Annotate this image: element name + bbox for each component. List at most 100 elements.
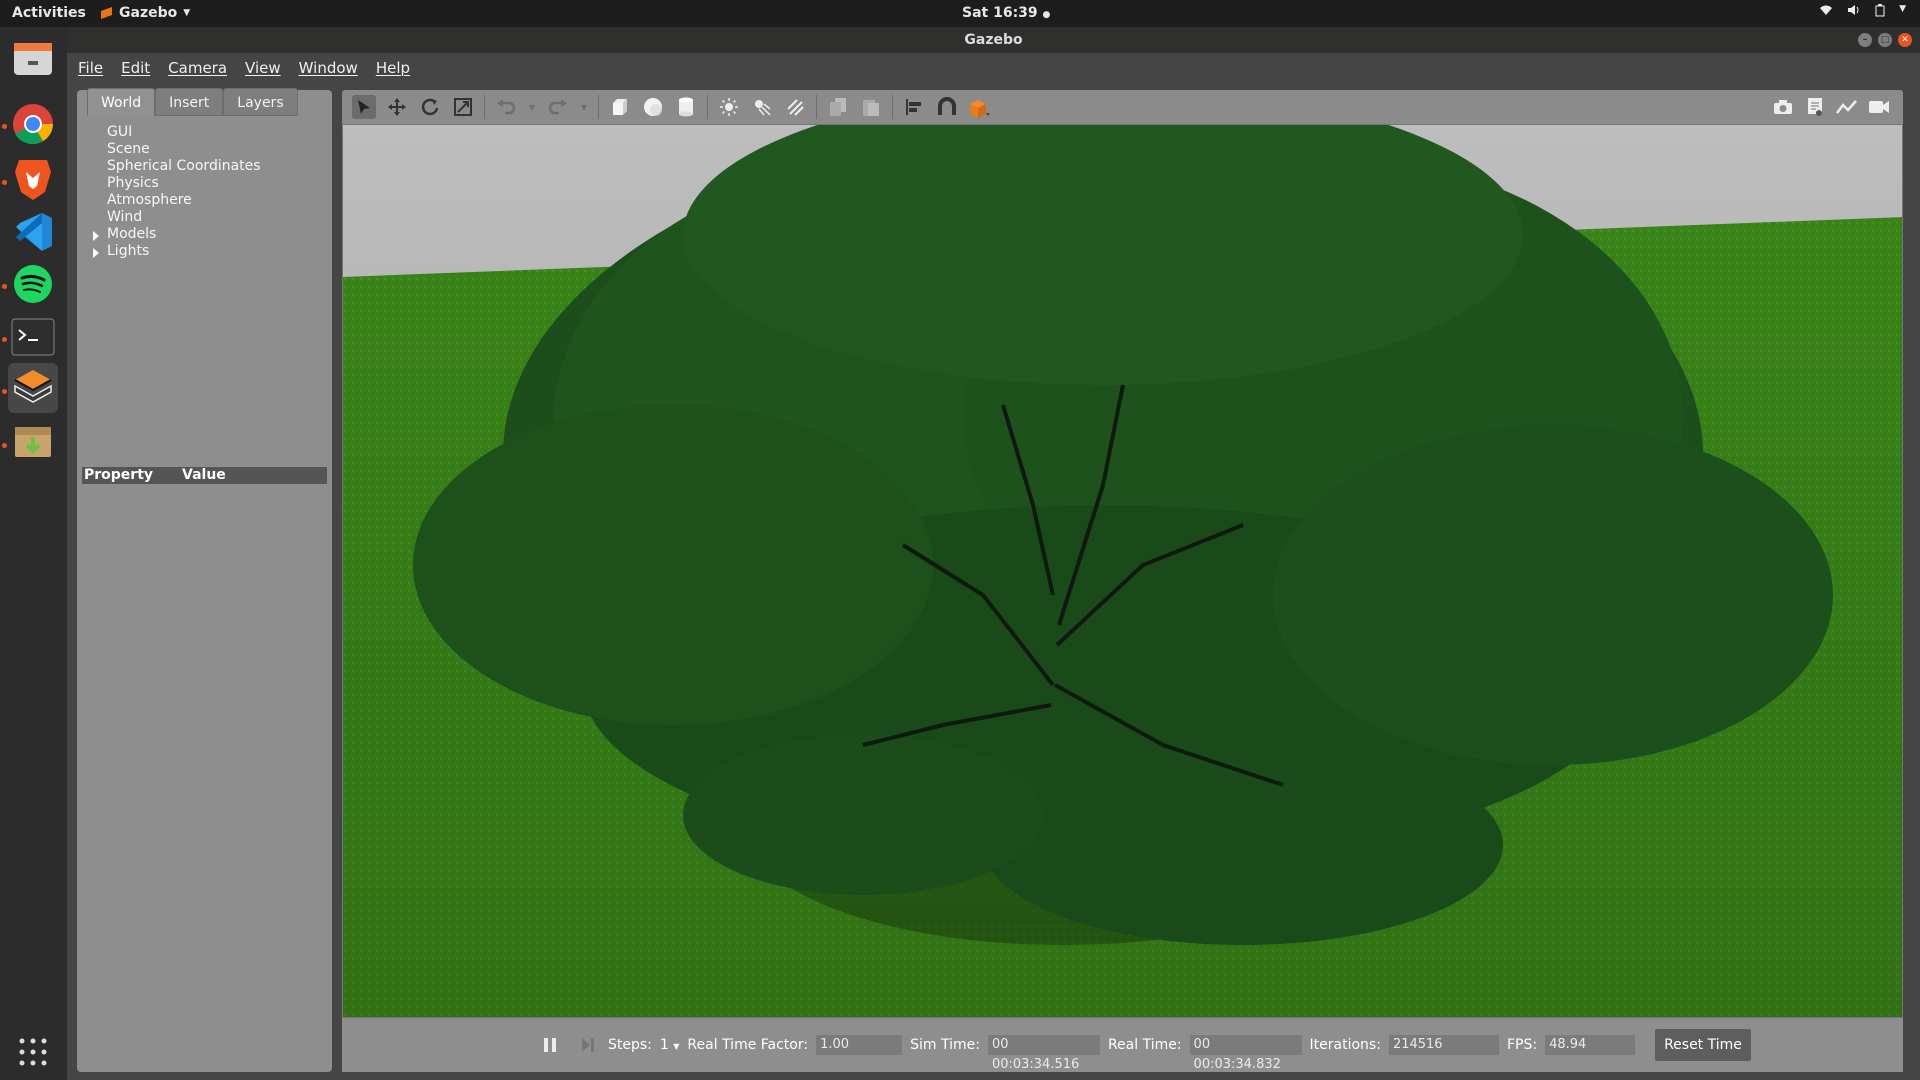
scene-viewport[interactable]: [342, 124, 1903, 1018]
tree-item-models[interactable]: Models: [93, 226, 261, 243]
scene-render: [343, 125, 1902, 1017]
tree-item-wind[interactable]: Wind: [93, 209, 261, 226]
menu-bar: File Edit Camera View Window Help: [67, 53, 1920, 83]
value-column-header[interactable]: Value: [182, 467, 226, 484]
iterations-field: 214516: [1388, 1035, 1499, 1055]
steps-spinbox[interactable]: 1 ▼: [660, 1037, 680, 1053]
tree-item-label: Wind: [107, 209, 143, 225]
system-tray[interactable]: ▼: [1819, 4, 1906, 21]
clock[interactable]: Sat 16:39 ●: [962, 5, 1050, 21]
tree-item-spherical-coordinates[interactable]: Spherical Coordinates: [93, 158, 261, 175]
chrome-icon[interactable]: [8, 99, 58, 149]
scale-mode-icon[interactable]: [451, 95, 475, 119]
brave-icon[interactable]: [8, 154, 58, 204]
expand-arrow-icon[interactable]: [93, 231, 99, 241]
spot-light-icon[interactable]: [750, 95, 774, 119]
pause-icon[interactable]: [538, 1033, 562, 1057]
tab-layers[interactable]: Layers: [223, 88, 298, 116]
menu-camera[interactable]: Camera: [168, 59, 227, 77]
translate-mode-icon[interactable]: [385, 95, 409, 119]
step-icon[interactable]: [576, 1033, 600, 1057]
left-panel: World Insert Layers GUI Scene Spherical …: [77, 88, 332, 1072]
notification-dot-icon: ●: [1042, 10, 1051, 20]
copy-icon[interactable]: [826, 95, 850, 119]
app-menu[interactable]: Gazebo ▼: [100, 5, 190, 21]
toolbar-separator: [484, 95, 485, 119]
maximize-icon[interactable]: □: [1878, 33, 1892, 47]
tree-item-label: Scene: [107, 141, 150, 157]
chevron-down-icon: ▼: [183, 8, 191, 18]
redo-icon[interactable]: [546, 95, 570, 119]
running-indicator: [2, 389, 7, 394]
running-indicator: [2, 443, 7, 448]
gazebo-icon[interactable]: [8, 363, 58, 413]
point-light-icon[interactable]: [717, 95, 741, 119]
undo-history-chevron-icon[interactable]: ▼: [527, 95, 537, 119]
spotify-icon[interactable]: [8, 259, 58, 309]
tree-item-atmosphere[interactable]: Atmosphere: [93, 192, 261, 209]
vscode-icon[interactable]: [8, 207, 58, 257]
simulation-status-bar: Steps: 1 ▼ Real Time Factor: 1.00 Sim Ti…: [342, 1018, 1903, 1072]
log-data-icon[interactable]: [1803, 95, 1827, 119]
window-titlebar[interactable]: Gazebo – □ ✕: [67, 27, 1920, 53]
toolbar-separator: [707, 95, 708, 119]
expand-arrow-icon[interactable]: [93, 248, 99, 258]
tree-item-gui[interactable]: GUI: [93, 124, 261, 141]
gazebo-window: Gazebo – □ ✕ File Edit Camera View Windo…: [67, 27, 1920, 1080]
menu-edit[interactable]: Edit: [121, 59, 150, 77]
view-angle-icon[interactable]: [968, 95, 992, 119]
video-record-icon[interactable]: [1867, 95, 1891, 119]
tree-item-label: Physics: [107, 175, 159, 191]
screenshot-camera-icon[interactable]: [1771, 95, 1795, 119]
volume-icon: [1847, 4, 1861, 21]
app-grid-icon[interactable]: [8, 1027, 58, 1077]
property-table-header: Property Value: [82, 467, 327, 484]
rotate-mode-icon[interactable]: [418, 95, 442, 119]
dock: [0, 27, 67, 1080]
sphere-shape-icon[interactable]: [641, 95, 665, 119]
panel-tabs: World Insert Layers: [87, 88, 298, 116]
minimize-icon[interactable]: –: [1858, 33, 1872, 47]
menu-file[interactable]: File: [78, 59, 103, 77]
property-column-header[interactable]: Property: [82, 467, 182, 484]
menu-help[interactable]: Help: [376, 59, 410, 77]
close-icon[interactable]: ✕: [1898, 33, 1912, 47]
app-menu-label: Gazebo: [119, 5, 178, 21]
redo-history-chevron-icon[interactable]: ▼: [579, 95, 589, 119]
world-tree: GUI Scene Spherical Coordinates Physics …: [93, 124, 261, 260]
files-icon[interactable]: [8, 33, 58, 83]
tab-world[interactable]: World: [87, 88, 156, 116]
undo-icon[interactable]: [494, 95, 518, 119]
reset-time-button[interactable]: Reset Time: [1655, 1029, 1751, 1061]
toolbar: ▼ ▼: [342, 90, 1903, 124]
clock-label: Sat 16:39: [962, 5, 1038, 21]
select-mode-icon[interactable]: [352, 95, 376, 119]
gazebo-icon: [100, 7, 113, 20]
paste-icon[interactable]: [859, 95, 883, 119]
real-time-factor-label: Real Time Factor:: [687, 1037, 809, 1053]
box-shape-icon[interactable]: [608, 95, 632, 119]
sim-time-field: 00 00:03:34.516: [987, 1035, 1100, 1072]
cylinder-shape-icon[interactable]: [674, 95, 698, 119]
snap-magnet-icon[interactable]: [935, 95, 959, 119]
real-time-label: Real Time:: [1107, 1037, 1182, 1053]
tree-item-scene[interactable]: Scene: [93, 141, 261, 158]
align-icon[interactable]: [902, 95, 926, 119]
real-time-factor-field: 1.00: [816, 1035, 903, 1055]
tree-item-physics[interactable]: Physics: [93, 175, 261, 192]
menu-view[interactable]: View: [245, 59, 281, 77]
running-indicator: [2, 180, 7, 185]
menu-window[interactable]: Window: [299, 59, 358, 77]
tab-insert[interactable]: Insert: [155, 88, 224, 116]
toolbar-separator: [892, 95, 893, 119]
toolbar-separator: [816, 95, 817, 119]
activities-button[interactable]: Activities: [12, 5, 86, 21]
fps-field: 48.94: [1545, 1035, 1636, 1055]
terminal-icon[interactable]: [8, 312, 58, 362]
software-install-icon[interactable]: [8, 415, 58, 465]
directional-light-icon[interactable]: [783, 95, 807, 119]
tree-item-label: Lights: [107, 243, 150, 259]
plot-icon[interactable]: [1835, 95, 1859, 119]
tree-item-label: Models: [107, 226, 157, 242]
tree-item-lights[interactable]: Lights: [93, 243, 261, 260]
